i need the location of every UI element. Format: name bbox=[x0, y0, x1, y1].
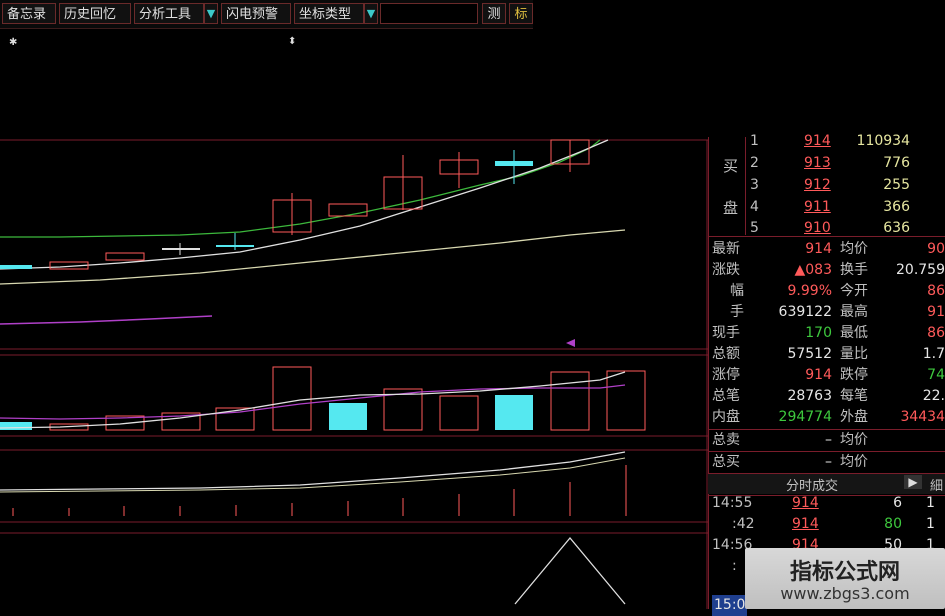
indicator-long-line bbox=[0, 457, 626, 493]
candle bbox=[162, 248, 200, 250]
watermark-title: 指标公式网 bbox=[789, 560, 900, 585]
indicator-white-line bbox=[0, 451, 626, 491]
ma-long-line bbox=[0, 229, 626, 285]
ma-green-line bbox=[0, 139, 601, 238]
candle bbox=[495, 161, 533, 166]
volume-bar bbox=[439, 395, 479, 431]
quote-row-cur: 现手 170 最低 86 bbox=[712, 325, 945, 341]
volume-bar bbox=[606, 370, 646, 431]
volume-bar bbox=[495, 395, 533, 430]
ma-purple-line bbox=[0, 315, 213, 325]
quote-row-pct: 幅 9.99% 今开 86 bbox=[730, 283, 945, 299]
ma-white-line bbox=[0, 139, 609, 270]
quote-row-limits: 涨停 914 跌停 74 bbox=[712, 367, 945, 383]
bid-row[interactable]: 1 914 110934 bbox=[708, 131, 945, 152]
bid-row[interactable]: 3 912 255 bbox=[708, 175, 945, 196]
tick-row: :42 914 80 1 bbox=[732, 516, 935, 532]
volume-bar bbox=[550, 371, 590, 431]
bid-row[interactable]: 2 913 776 bbox=[708, 153, 945, 174]
watermark-url: www.zbgs3.com bbox=[780, 584, 910, 603]
ticks-detail-tab[interactable]: 細 bbox=[930, 475, 943, 494]
quote-row-trades: 总笔 28763 每笔 22. bbox=[712, 388, 945, 404]
ticks-header: 分时成交 ▶ 細 bbox=[708, 474, 945, 494]
candle bbox=[328, 203, 368, 217]
quote-row-latest: 最新 914 均价 90 bbox=[712, 241, 945, 257]
watermark-logo: 指标公式网 www.zbgs3.com bbox=[745, 548, 945, 609]
candle bbox=[105, 252, 145, 261]
candle bbox=[216, 245, 254, 247]
quote-panel: 买 盘 1 914 110934 2 913 776 3 912 255 4 9… bbox=[708, 133, 945, 616]
quote-row-change: 涨跌 ▲083 换手 20.759 bbox=[712, 262, 945, 278]
quote-row-amount: 总额 57512 量比 1.7 bbox=[712, 346, 945, 362]
volume-bar bbox=[329, 403, 367, 430]
volume-bar bbox=[272, 366, 312, 431]
bid-row[interactable]: 4 911 366 bbox=[708, 197, 945, 218]
quote-row-total-sell: 总卖 – 均价 bbox=[712, 432, 868, 448]
quote-row-inner-outer: 内盘 294774 外盘 34434 bbox=[712, 409, 945, 425]
lower-indicator-line bbox=[514, 536, 626, 605]
quote-row-hands: 手 639122 最高 91 bbox=[730, 304, 945, 320]
ticks-header-label: 分时成交 bbox=[786, 479, 839, 494]
kline-chart[interactable] bbox=[0, 0, 708, 609]
volume-bar bbox=[0, 422, 32, 430]
quote-row-total-buy: 总买 – 均价 bbox=[712, 454, 868, 470]
candle bbox=[0, 265, 32, 269]
price-candles bbox=[0, 139, 590, 270]
tick-row: 14:55 914 6 1 bbox=[712, 495, 935, 511]
ticks-next-icon[interactable]: ▶ bbox=[904, 475, 922, 489]
current-price-marker-icon bbox=[566, 339, 575, 347]
